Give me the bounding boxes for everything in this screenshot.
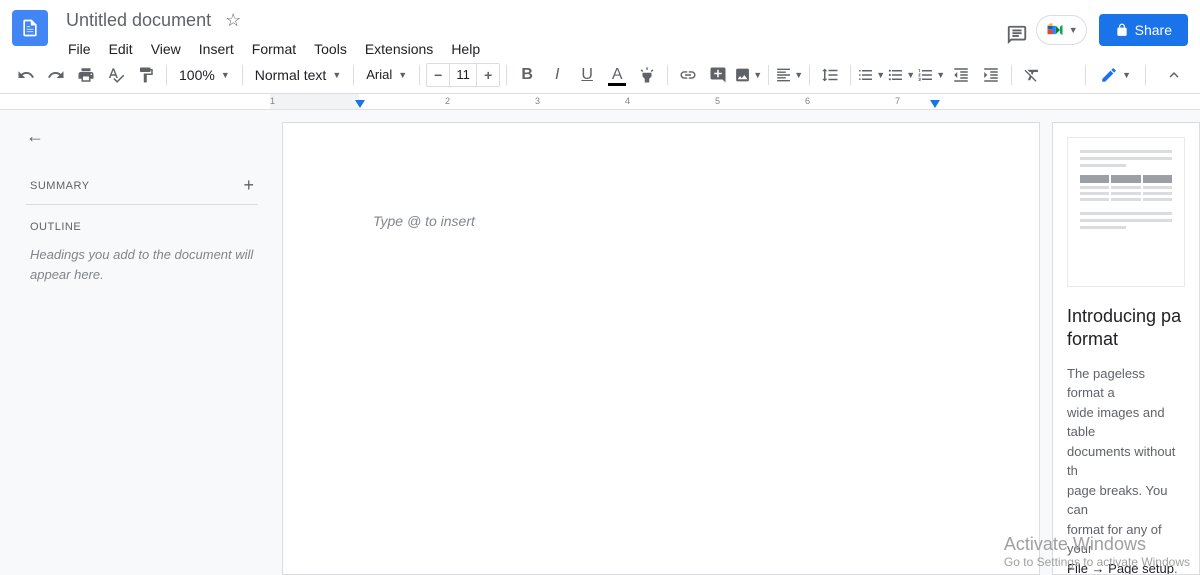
share-button[interactable]: Share: [1099, 14, 1188, 46]
line-spacing-button[interactable]: [816, 61, 844, 89]
collapse-toolbar-button[interactable]: [1160, 61, 1188, 89]
font-size-decrease[interactable]: −: [427, 67, 449, 83]
comment-button[interactable]: [704, 61, 732, 89]
menu-view[interactable]: View: [143, 37, 189, 61]
link-button[interactable]: [674, 61, 702, 89]
menu-extensions[interactable]: Extensions: [357, 37, 441, 61]
spellcheck-button[interactable]: [102, 61, 130, 89]
style-select[interactable]: Normal text ▼: [249, 63, 348, 87]
outline-hint: Headings you add to the document will ap…: [26, 241, 258, 288]
share-label: Share: [1135, 22, 1172, 38]
text-color-button[interactable]: A: [603, 61, 631, 89]
font-select[interactable]: Arial ▼: [360, 63, 413, 86]
meet-icon: [1045, 20, 1065, 40]
checklist-button[interactable]: ▼: [857, 61, 885, 89]
editing-mode-button[interactable]: ▼: [1092, 62, 1139, 88]
clear-format-button[interactable]: [1018, 61, 1046, 89]
toolbar: 100% ▼ Normal text ▼ Arial ▼ − + B I U A…: [0, 56, 1200, 94]
image-button[interactable]: ▼: [734, 61, 762, 89]
menu-edit[interactable]: Edit: [101, 37, 141, 61]
chevron-down-icon: ▼: [1069, 25, 1078, 35]
docs-logo[interactable]: [12, 10, 48, 46]
print-button[interactable]: [72, 61, 100, 89]
page-wrapper: Type @ to insert: [270, 110, 1040, 575]
back-arrow-icon[interactable]: ←: [26, 126, 44, 147]
panel-heading: Introducing pa format: [1067, 305, 1185, 352]
right-margin-marker[interactable]: [930, 100, 940, 108]
chevron-down-icon: ▼: [332, 70, 341, 80]
paint-format-button[interactable]: [132, 61, 160, 89]
bold-button[interactable]: B: [513, 61, 541, 89]
left-margin-marker[interactable]: [355, 100, 365, 108]
menu-help[interactable]: Help: [443, 37, 488, 61]
meet-button[interactable]: ▼: [1036, 15, 1087, 45]
font-size-increase[interactable]: +: [477, 67, 499, 83]
horizontal-ruler[interactable]: 1 2 3 4 5 6 7: [0, 94, 1200, 110]
menu-tools[interactable]: Tools: [306, 37, 355, 61]
align-button[interactable]: ▼: [775, 61, 803, 89]
header-center: Untitled document ☆ File Edit View Inser…: [60, 8, 1000, 61]
pageless-preview: [1067, 137, 1185, 287]
summary-label: SUMMARY: [30, 180, 90, 192]
outline-sidebar: ← SUMMARY + OUTLINE Headings you add to …: [14, 110, 270, 575]
undo-button[interactable]: [12, 61, 40, 89]
add-summary-button[interactable]: +: [243, 175, 254, 196]
chevron-down-icon: ▼: [221, 70, 230, 80]
italic-button[interactable]: I: [543, 61, 571, 89]
menu-file[interactable]: File: [60, 37, 99, 61]
star-icon[interactable]: ☆: [225, 10, 241, 31]
indent-decrease-button[interactable]: [947, 61, 975, 89]
chevron-down-icon: ▼: [398, 70, 407, 80]
pencil-icon: [1100, 66, 1118, 84]
chevron-down-icon: ▼: [1122, 70, 1131, 80]
font-size-control: − +: [426, 63, 500, 87]
highlight-button[interactable]: [633, 61, 661, 89]
font-size-input[interactable]: [449, 64, 477, 86]
feature-panel: Introducing pa format The pageless forma…: [1052, 122, 1200, 575]
lock-icon: [1115, 23, 1129, 37]
menu-bar: File Edit View Insert Format Tools Exten…: [60, 37, 1000, 61]
page-placeholder: Type @ to insert: [373, 213, 475, 229]
indent-increase-button[interactable]: [977, 61, 1005, 89]
document-page[interactable]: Type @ to insert: [282, 122, 1040, 575]
content-area: ← SUMMARY + OUTLINE Headings you add to …: [0, 110, 1200, 575]
zoom-select[interactable]: 100% ▼: [173, 63, 236, 87]
menu-format[interactable]: Format: [244, 37, 304, 61]
panel-text: The pageless format a wide images and ta…: [1067, 364, 1185, 575]
underline-button[interactable]: U: [573, 61, 601, 89]
redo-button[interactable]: [42, 61, 70, 89]
numbered-list-button[interactable]: ▼: [917, 61, 945, 89]
menu-insert[interactable]: Insert: [191, 37, 242, 61]
header: Untitled document ☆ File Edit View Inser…: [0, 0, 1200, 56]
outline-label: OUTLINE: [26, 209, 258, 241]
document-title[interactable]: Untitled document: [60, 8, 217, 33]
comments-icon[interactable]: [1000, 18, 1024, 42]
bulleted-list-button[interactable]: ▼: [887, 61, 915, 89]
